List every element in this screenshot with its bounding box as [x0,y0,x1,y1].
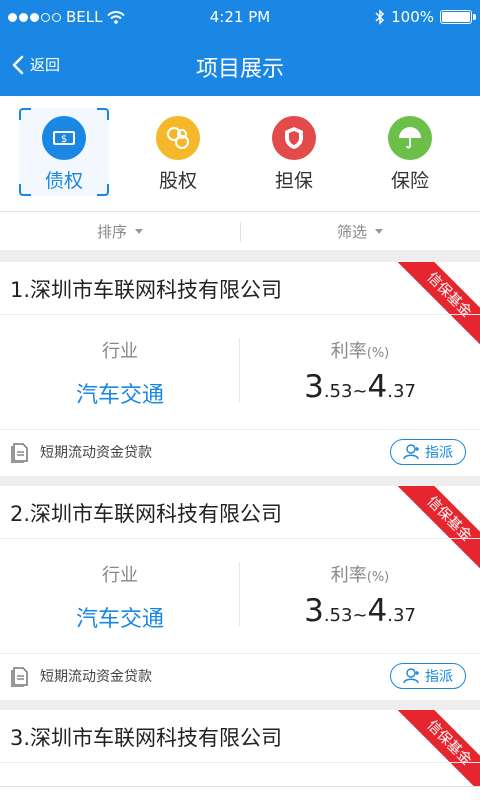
company-name: 3.深圳市车联网科技有限公司 [10,726,283,750]
umbrella-icon [388,116,432,160]
tab-label: 担保 [274,170,313,192]
caret-down-icon [375,229,383,234]
nav-bar: 返回 项目展示 [0,34,480,96]
app-header: BELL 4:21 PM 100% 返回 项目展示 [0,0,480,96]
ribbon-badge: 信保基金 [393,710,480,799]
user-add-icon [403,668,419,684]
tab-label: 保险 [390,170,429,192]
sort-dropdown[interactable]: 排序 [0,212,240,251]
industry-value: 汽车交通 [75,383,164,408]
filter-label: 筛选 [336,223,367,241]
status-right: 100% [375,8,476,26]
loan-purpose: 短期流动资金贷款 [10,441,152,463]
industry-value: 汽车交通 [75,607,164,632]
document-icon [11,667,28,687]
battery-percent: 100% [391,8,434,26]
tab-label: 债权 [44,170,83,192]
rate-column: 利率(%) 3.53~4.37 [240,337,480,405]
project-card[interactable]: 信保基金 1.深圳市车联网科技有限公司 行业 汽车交通 利率(%) 3.53~4… [0,262,480,476]
tab-equity[interactable]: 股权 [133,108,223,196]
filter-dropdown[interactable]: 筛选 [240,212,480,251]
shield-icon [272,116,316,160]
rate-label: 利率(%) [330,565,390,586]
rate-value: 3.53~4.37 [304,369,416,405]
purpose-text: 短期流动资金贷款 [40,669,152,685]
equity-icon [156,116,200,160]
category-tabs: $ 债权 股权 担保 保险 [0,96,480,211]
page-title: 项目展示 [195,57,284,82]
battery-icon [440,10,476,24]
company-name: 1.深圳市车联网科技有限公司 [10,278,283,302]
wallet-icon: $ [42,116,86,160]
industry-column: 行业 汽车交通 [0,337,240,409]
tab-label: 股权 [158,170,197,192]
rate-label: 利率(%) [330,341,390,362]
bottom-tab-bar[interactable] [0,786,480,800]
svg-text:$: $ [61,134,67,145]
industry-label: 行业 [102,565,138,586]
assign-button[interactable]: 指派 [390,663,466,689]
rate-value: 3.53~4.37 [304,593,416,629]
loan-purpose: 短期流动资金贷款 [10,665,152,687]
tab-insurance[interactable]: 保险 [365,108,455,196]
status-bar: BELL 4:21 PM 100% [0,0,480,34]
bluetooth-icon [375,9,385,25]
tab-guarantee[interactable]: 担保 [249,108,339,196]
industry-label: 行业 [102,341,138,362]
industry-column: 行业 汽车交通 [0,561,240,633]
tab-debt[interactable]: $ 债权 [19,108,109,196]
purpose-text: 短期流动资金贷款 [40,445,152,461]
rate-column: 利率(%) 3.53~4.37 [240,561,480,629]
user-add-icon [403,444,419,460]
company-name: 2.深圳市车联网科技有限公司 [10,502,283,526]
sort-label: 排序 [96,223,127,241]
assign-label: 指派 [425,669,453,685]
assign-button[interactable]: 指派 [390,439,466,465]
project-card[interactable]: 信保基金 2.深圳市车联网科技有限公司 行业 汽车交通 利率(%) 3.53~4… [0,486,480,700]
caret-down-icon [135,229,143,234]
assign-label: 指派 [425,445,453,461]
filter-bar: 排序 筛选 [0,211,480,250]
document-icon [11,443,28,463]
